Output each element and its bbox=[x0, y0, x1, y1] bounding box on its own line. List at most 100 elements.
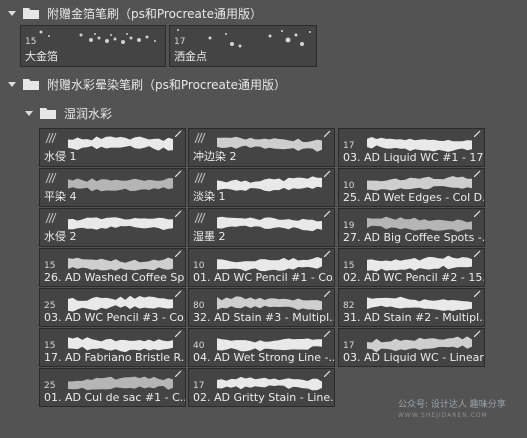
brush-tile[interactable]: 冲边染 2 bbox=[188, 128, 335, 167]
brush-name: 25. AD Wet Edges - Col D... bbox=[343, 191, 485, 204]
folder-icon bbox=[23, 8, 39, 19]
brush-tip-icon bbox=[45, 172, 57, 184]
folder-icon bbox=[23, 79, 39, 90]
brush-tool-icon bbox=[175, 170, 182, 177]
folder-icon bbox=[40, 108, 56, 119]
brush-size: 17 bbox=[343, 141, 355, 151]
brush-tool-icon bbox=[474, 130, 481, 137]
brush-tile[interactable]: 40 04. AD Wet Strong Line -... bbox=[188, 328, 335, 367]
brush-size: 10 bbox=[193, 261, 205, 271]
brush-tile[interactable]: 平染 4 bbox=[39, 168, 186, 207]
brush-tool-icon bbox=[175, 290, 182, 297]
brush-name: 04. AD Wet Strong Line -... bbox=[193, 351, 335, 364]
brush-name: 湿墨 2 bbox=[193, 230, 226, 243]
brush-tool-icon bbox=[175, 330, 182, 337]
folder-title: 湿润水彩 bbox=[64, 106, 113, 121]
brush-tool-icon bbox=[474, 170, 481, 177]
brush-name: 03. AD Liquid WC - Linear... bbox=[343, 351, 485, 364]
brush-size: 17 bbox=[174, 37, 186, 47]
brush-name: 水侵 2 bbox=[44, 230, 77, 243]
watermark: 公众号: 设计达人 趣味分享 bbox=[398, 400, 506, 410]
brush-name: 17. AD Fabriano Bristle R... bbox=[44, 351, 186, 364]
brush-tool-icon bbox=[175, 250, 182, 257]
chevron-down-icon[interactable] bbox=[8, 9, 16, 17]
brush-name: 02. AD Gritty Stain - Line... bbox=[193, 391, 335, 404]
brush-size: 82 bbox=[343, 301, 355, 311]
brush-tool-icon bbox=[175, 210, 182, 217]
brush-name: 大金箔 bbox=[25, 50, 58, 63]
brush-tip-icon bbox=[45, 132, 57, 144]
brush-tool-icon bbox=[175, 370, 182, 377]
brush-tool-icon bbox=[324, 210, 331, 217]
brush-tool-icon bbox=[324, 250, 331, 257]
brush-tile[interactable]: 水侵 1 bbox=[39, 128, 186, 167]
brush-tile[interactable]: 82 31. AD Stain #2 - Multipl... bbox=[338, 288, 485, 327]
brush-name: 01. AD Cul de sac #1 - C... bbox=[44, 391, 186, 404]
watermark-url: WWW.SHEJIDAREN.COM bbox=[398, 412, 488, 419]
chevron-down-icon[interactable] bbox=[25, 109, 33, 117]
brush-name: 03. AD WC Pencil #3 - Co... bbox=[44, 311, 186, 324]
brush-size: 15 bbox=[25, 37, 37, 47]
brush-name: 31. AD Stain #2 - Multipl... bbox=[343, 311, 485, 324]
brush-tool-icon bbox=[324, 290, 331, 297]
brush-tool-icon bbox=[324, 130, 331, 137]
brush-tile[interactable]: 湿墨 2 bbox=[188, 208, 335, 247]
brush-tile[interactable]: 10 25. AD Wet Edges - Col D... bbox=[338, 168, 485, 207]
brush-tool-icon bbox=[324, 330, 331, 337]
brush-tool-icon bbox=[474, 210, 481, 217]
folder-title: 附赠金箔笔刷（ps和Procreate通用版） bbox=[47, 6, 262, 21]
brush-tile[interactable]: 17 03. AD Liquid WC - Linear... bbox=[338, 328, 485, 367]
brush-tile[interactable]: 淡染 1 bbox=[188, 168, 335, 207]
brush-tool-icon bbox=[324, 370, 331, 377]
folder-row-gold[interactable]: 附赠金箔笔刷（ps和Procreate通用版） bbox=[0, 2, 527, 24]
brush-tile[interactable]: 10 01. AD WC Pencil #1 - Co... bbox=[188, 248, 335, 287]
brush-size: 40 bbox=[193, 341, 205, 351]
brush-tip-icon bbox=[194, 132, 206, 144]
brush-size: 25 bbox=[44, 381, 56, 391]
brush-name: 冲边染 2 bbox=[193, 150, 237, 163]
brush-tile[interactable]: 15 26. AD Washed Coffee Sp... bbox=[39, 248, 186, 287]
brush-name: 平染 4 bbox=[44, 190, 77, 203]
brush-name: 水侵 1 bbox=[44, 150, 77, 163]
brush-size: 19 bbox=[343, 221, 355, 231]
brush-tile[interactable]: 80 32. AD Stain #3 - Multipl... bbox=[188, 288, 335, 327]
brush-tile[interactable]: 水侵 2 bbox=[39, 208, 186, 247]
brush-tip-icon bbox=[194, 172, 206, 184]
brush-tip-icon bbox=[45, 212, 57, 224]
brush-tile[interactable]: 17 洒金点 bbox=[169, 25, 317, 67]
brush-name: 27. AD Big Coffee Spots -... bbox=[343, 231, 485, 244]
brush-size: 25 bbox=[44, 301, 56, 311]
brush-tile[interactable]: 19 27. AD Big Coffee Spots -... bbox=[338, 208, 485, 247]
brush-name: 淡染 1 bbox=[193, 190, 226, 203]
brush-name: 32. AD Stain #3 - Multipl... bbox=[193, 311, 335, 324]
brush-name: 26. AD Washed Coffee Sp... bbox=[44, 271, 186, 284]
brush-tile[interactable]: 25 01. AD Cul de sac #1 - C... bbox=[39, 368, 186, 407]
brush-size: 17 bbox=[343, 341, 355, 351]
folder-row-watercolor[interactable]: 附赠水彩晕染笔刷（ps和Procreate通用版） bbox=[0, 73, 527, 95]
brush-size: 17 bbox=[193, 381, 205, 391]
brush-tool-icon bbox=[474, 290, 481, 297]
brush-name: 洒金点 bbox=[174, 50, 207, 63]
brush-tile[interactable]: 15 大金箔 bbox=[20, 25, 166, 67]
subfolder-row-wet-watercolor[interactable]: 湿润水彩 bbox=[0, 101, 527, 125]
brush-tip-icon bbox=[194, 212, 206, 224]
brush-size: 15 bbox=[44, 261, 56, 271]
brush-size: 15 bbox=[44, 341, 56, 351]
brush-name: 01. AD WC Pencil #1 - Co... bbox=[193, 271, 335, 284]
brush-tile[interactable]: 17 03. AD Liquid WC #1 - 17... bbox=[338, 128, 485, 167]
brush-tile[interactable]: 17 02. AD Gritty Stain - Line... bbox=[188, 368, 335, 407]
folder-title: 附赠水彩晕染笔刷（ps和Procreate通用版） bbox=[47, 77, 286, 92]
brush-tile[interactable]: 15 02. AD WC Pencil #2 - 15... bbox=[338, 248, 485, 287]
brush-size: 80 bbox=[193, 301, 205, 311]
brush-tool-icon bbox=[474, 330, 481, 337]
brush-tool-icon bbox=[175, 130, 182, 137]
brush-tile[interactable]: 25 03. AD WC Pencil #3 - Co... bbox=[39, 288, 186, 327]
chevron-down-icon[interactable] bbox=[8, 80, 16, 88]
brush-name: 03. AD Liquid WC #1 - 17... bbox=[343, 151, 485, 164]
brush-size: 15 bbox=[343, 261, 355, 271]
brush-tool-icon bbox=[474, 250, 481, 257]
brush-size: 10 bbox=[343, 181, 355, 191]
brush-tool-icon bbox=[324, 170, 331, 177]
brush-name: 02. AD WC Pencil #2 - 15... bbox=[343, 271, 485, 284]
brush-tile[interactable]: 15 17. AD Fabriano Bristle R... bbox=[39, 328, 186, 367]
